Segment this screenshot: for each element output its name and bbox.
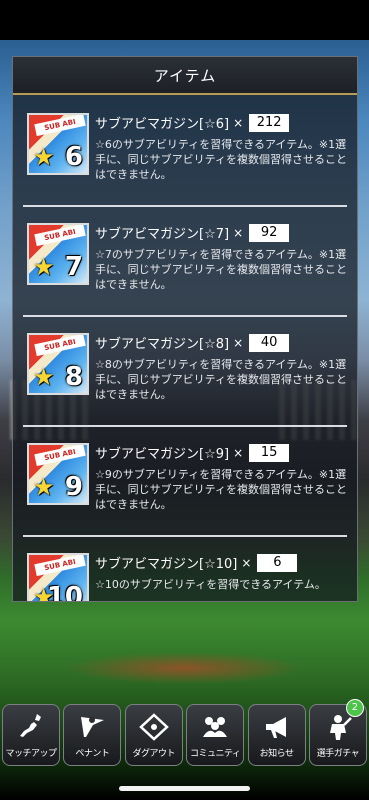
tab-label: ペナント (75, 749, 110, 759)
panel-header: アイテム (13, 57, 357, 95)
item-name-line: サブアビマガジン[☆9] × 15 (95, 443, 290, 462)
star-icon: ★ (33, 253, 55, 281)
item-count: 40 (249, 333, 290, 352)
item-thumbnail: SUB ABI ★ 9 (27, 443, 89, 505)
tab-label: マッチアップ (5, 749, 57, 759)
bottom-tab-bar: マッチアップ ペナント ダグアウト コミュニティ お知らせ 選手ガチャ 2 (0, 699, 369, 770)
thumb-rank: 8 (64, 362, 83, 392)
item-description: ☆6のサブアビリティを習得できるアイテム。※1選手に、同じサブアビリティを複数個… (95, 138, 348, 181)
item-count: 92 (249, 223, 290, 242)
item-name: サブアビマガジン[☆6] (95, 117, 230, 132)
item-name: サブアビマガジン[☆7] (95, 227, 230, 242)
item-name-line: サブアビマガジン[☆6] × 212 (95, 113, 290, 132)
item-count: 15 (249, 443, 290, 462)
thumb-banner: SUB ABI (34, 445, 86, 467)
tab-label: 選手ガチャ (316, 749, 360, 759)
thumb-rank: 9 (64, 472, 83, 502)
times-sign: × (233, 335, 244, 350)
thumb-rank: 10 (46, 582, 83, 601)
times-sign: × (233, 115, 244, 130)
item-count: 212 (249, 113, 290, 132)
tab-community[interactable]: コミュニティ (186, 704, 245, 766)
item-row[interactable]: SUB ABI ★ 8 サブアビマガジン[☆8] × 40 ☆8のサブアビリティ… (13, 317, 357, 427)
thumb-banner: SUB ABI (34, 335, 86, 357)
item-thumbnail: SUB ABI ★ 6 (27, 113, 89, 175)
item-thumbnail: SUB ABI ★ 7 (27, 223, 89, 285)
star-icon: ★ (33, 143, 55, 171)
panel-title: アイテム (153, 66, 217, 85)
tab-label: お知らせ (259, 749, 294, 759)
item-name-line: サブアビマガジン[☆7] × 92 (95, 223, 290, 242)
item-list[interactable]: SUB ABI ★ 6 サブアビマガジン[☆6] × 212 ☆6のサブアビリテ… (13, 97, 357, 601)
times-sign: × (233, 445, 244, 460)
star-icon: ★ (33, 363, 55, 391)
home-indicator[interactable] (119, 786, 250, 791)
tab-player-gacha[interactable]: 選手ガチャ 2 (308, 699, 367, 766)
japan-map-icon (20, 714, 41, 737)
thumb-banner: SUB ABI (34, 225, 86, 247)
item-row[interactable]: SUB ABI ★ 7 サブアビマガジン[☆7] × 92 ☆7のサブアビリティ… (13, 207, 357, 317)
megaphone-icon (265, 717, 286, 738)
times-sign: × (233, 225, 244, 240)
thumb-banner: SUB ABI (34, 115, 86, 137)
item-panel: アイテム SUB ABI ★ 6 サブアビマガジン[☆6] × 212 ☆6のサ… (12, 56, 358, 602)
thumb-rank: 6 (64, 142, 83, 172)
item-thumbnail: SUB ABI ★ 10 (27, 553, 89, 601)
item-description: ☆10のサブアビリティを習得できるアイテム。 (95, 578, 326, 591)
item-row[interactable]: SUB ABI ★ 9 サブアビマガジン[☆9] × 15 ☆9のサブアビリティ… (13, 427, 357, 537)
star-icon: ★ (33, 473, 55, 501)
tab-dugout[interactable]: ダグアウト (124, 704, 183, 766)
times-sign: × (241, 555, 252, 570)
tab-news[interactable]: お知らせ (247, 704, 306, 766)
item-row[interactable]: SUB ABI ★ 6 サブアビマガジン[☆6] × 212 ☆6のサブアビリテ… (13, 97, 357, 207)
item-description: ☆8のサブアビリティを習得できるアイテム。※1選手に、同じサブアビリティを複数個… (95, 358, 348, 401)
item-thumbnail: SUB ABI ★ 8 (27, 333, 89, 395)
tab-label: ダグアウト (132, 749, 176, 759)
item-name-line: サブアビマガジン[☆10] × 6 (95, 553, 298, 572)
pennant-icon (81, 717, 105, 737)
item-description: ☆7のサブアビリティを習得できるアイテム。※1選手に、同じサブアビリティを複数個… (95, 248, 348, 291)
item-name-line: サブアビマガジン[☆8] × 40 (95, 333, 290, 352)
item-name: サブアビマガジン[☆9] (95, 447, 230, 462)
item-name: サブアビマガジン[☆8] (95, 337, 230, 352)
item-count: 6 (257, 553, 298, 572)
item-description: ☆9のサブアビリティを習得できるアイテム。※1選手に、同じサブアビリティを複数個… (95, 468, 348, 511)
notification-badge: 2 (345, 699, 364, 717)
tab-pennant[interactable]: ペナント (63, 704, 122, 766)
tab-label: コミュニティ (189, 749, 241, 759)
thumb-rank: 7 (64, 252, 83, 282)
player-icon (329, 715, 352, 740)
item-row[interactable]: SUB ABI ★ 10 サブアビマガジン[☆10] × 6 ☆10のサブアビリ… (13, 537, 357, 601)
diamond-icon (138, 713, 169, 741)
item-name: サブアビマガジン[☆10] (95, 557, 238, 572)
people-icon (203, 717, 228, 737)
tab-matchup[interactable]: マッチアップ (2, 704, 60, 766)
thumb-banner: SUB ABI (34, 555, 86, 577)
